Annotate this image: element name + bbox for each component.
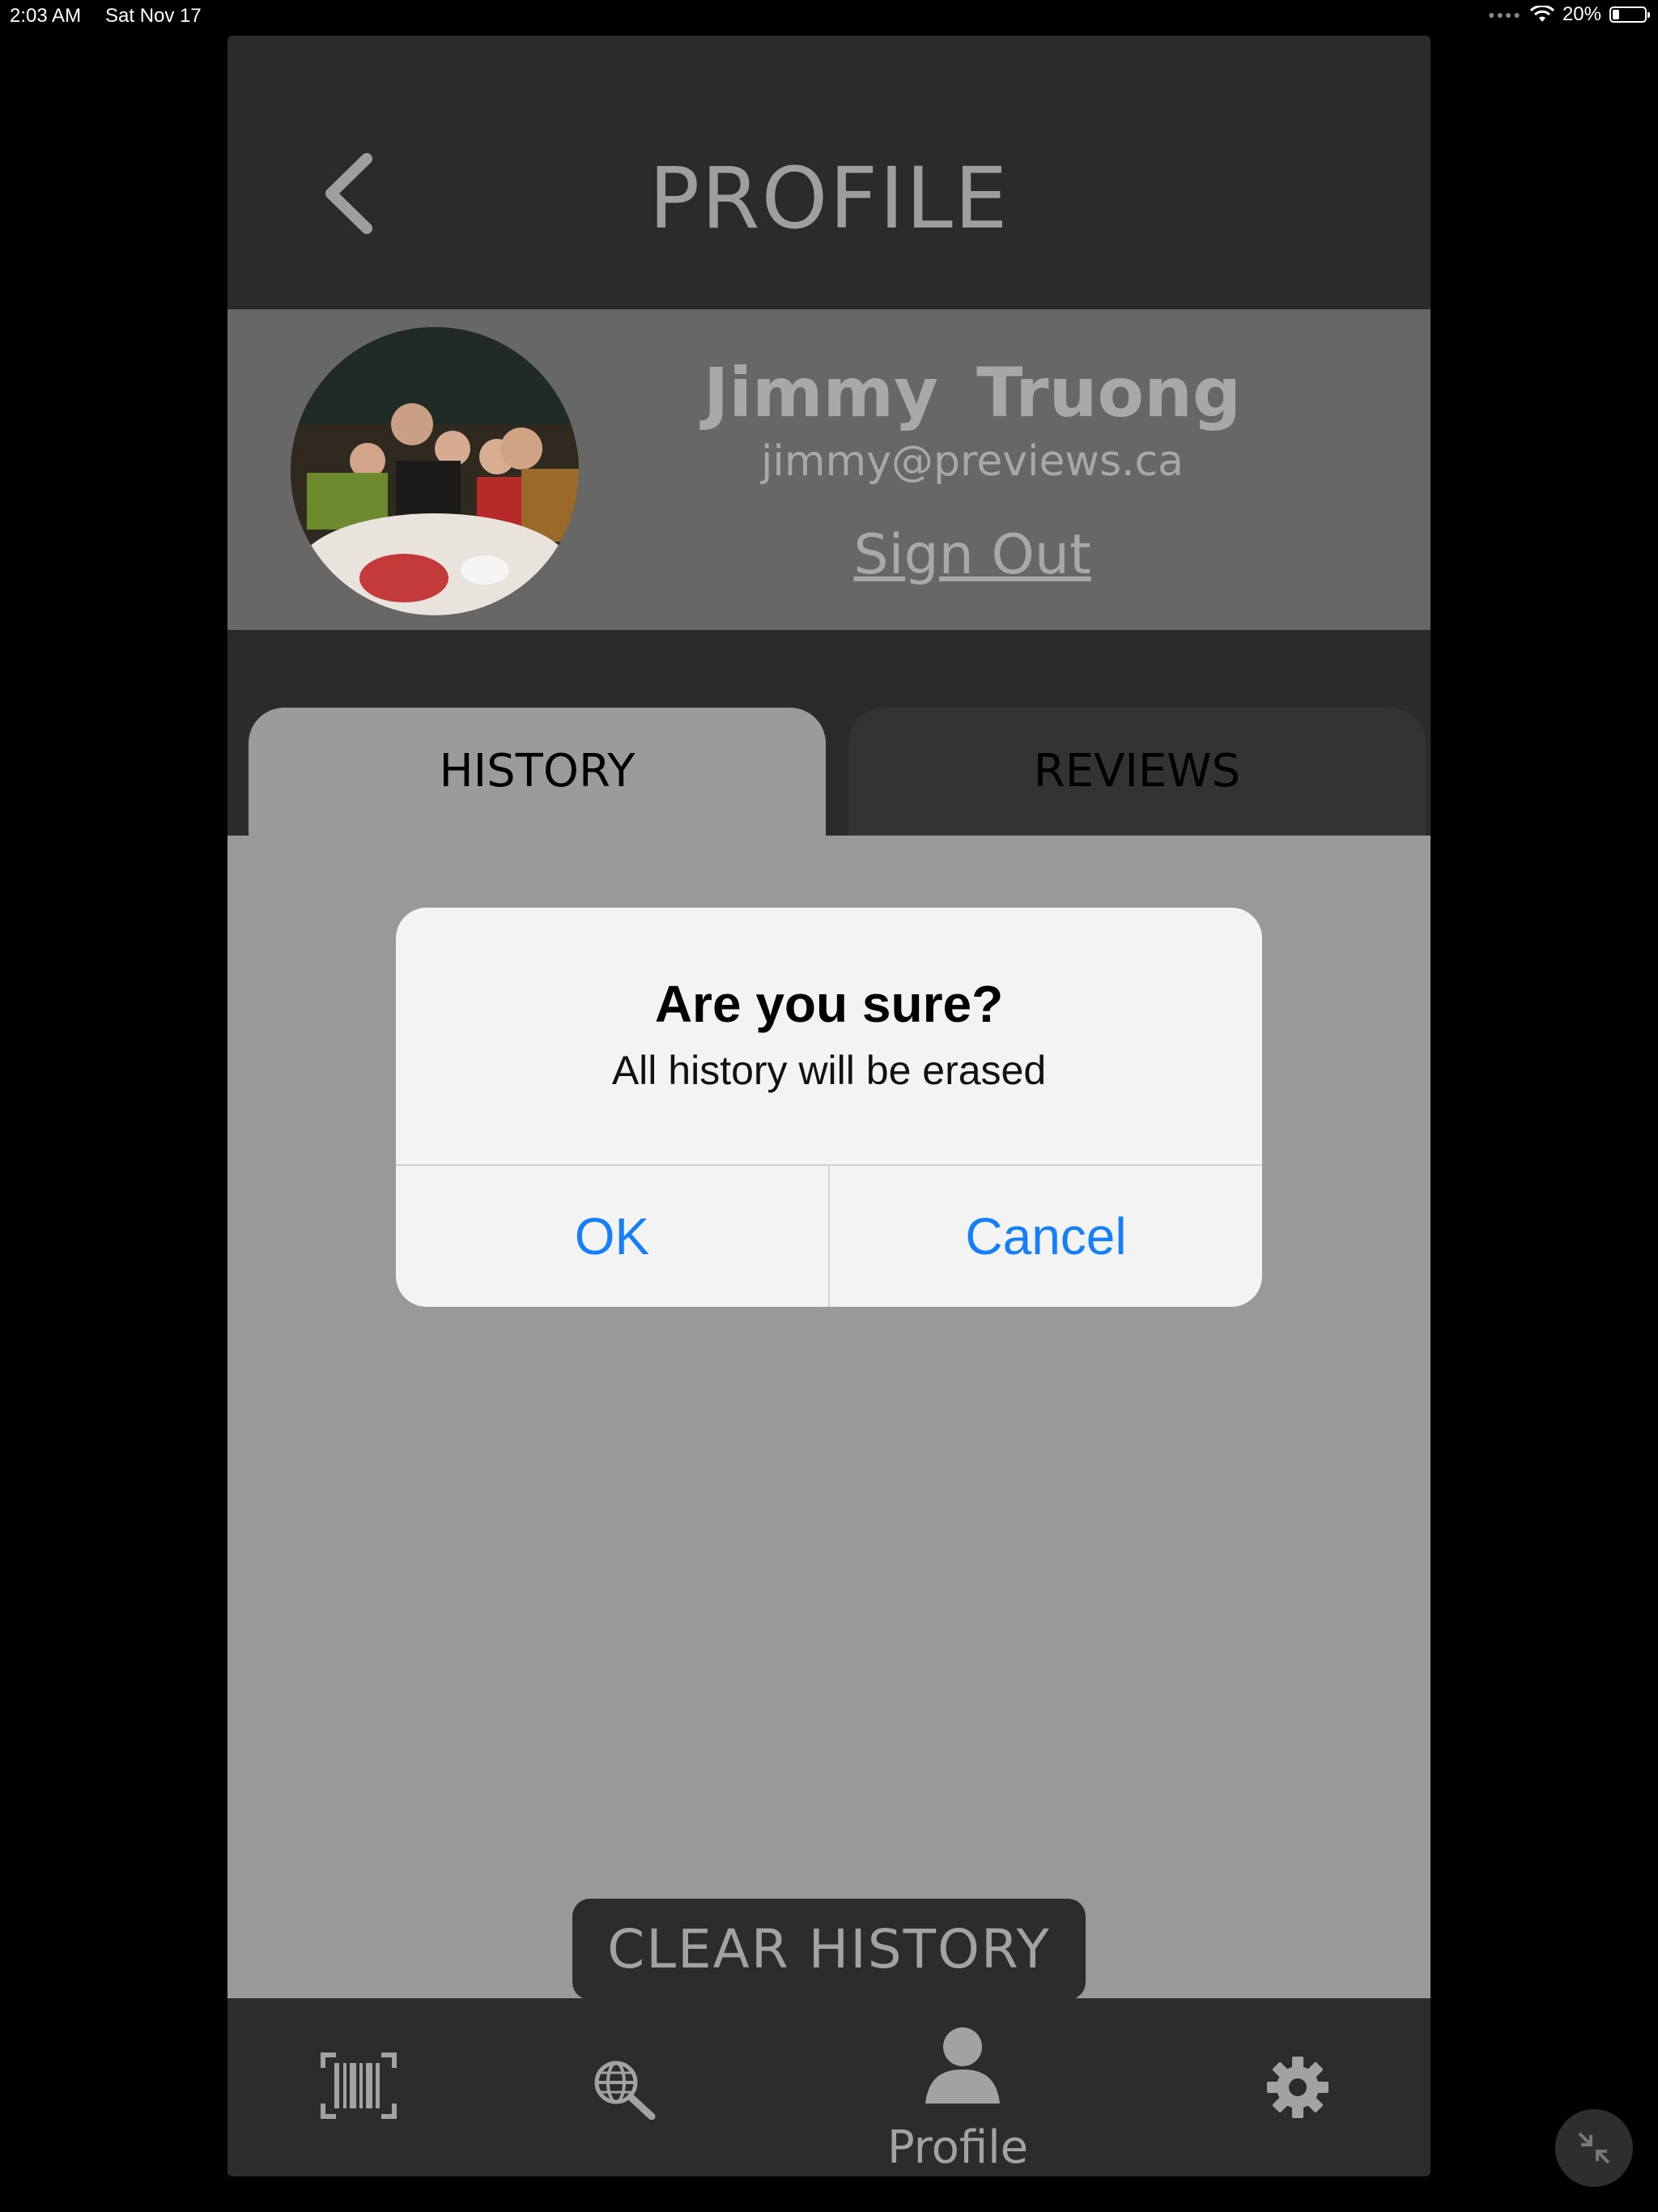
- profile-name: Jimmy Truong: [703, 353, 1242, 432]
- status-date: Sat Nov 17: [105, 5, 202, 27]
- battery-fill: [1613, 10, 1619, 19]
- status-right: ●●●● 20%: [1488, 3, 1650, 26]
- dialog-title: Are you sure?: [654, 975, 1004, 1033]
- profile-email: jimmy@previews.ca: [760, 437, 1184, 486]
- tab-history[interactable]: HISTORY: [249, 708, 826, 836]
- status-bar: 2:03 AM Sat Nov 17 ●●●● 20%: [0, 0, 1658, 32]
- dialog-message: All history will be erased: [611, 1048, 1047, 1093]
- profile-section: Jimmy Truong jimmy@previews.ca Sign Out: [227, 309, 1431, 630]
- tab-bar-profile-label: Profile: [887, 2121, 1029, 2174]
- bottom-tab-bar: Profile: [227, 1998, 1431, 2176]
- battery-percent: 20%: [1562, 3, 1601, 25]
- sign-out-link[interactable]: Sign Out: [648, 523, 1296, 587]
- battery-icon: [1609, 6, 1650, 23]
- signal-dots-icon: ●●●●: [1488, 8, 1522, 21]
- collapse-arrows-icon: [1578, 2132, 1610, 2164]
- clear-history-button[interactable]: CLEAR HISTORY: [572, 1899, 1086, 2000]
- globe-search-icon[interactable]: [592, 2058, 657, 2120]
- minimize-button[interactable]: [1555, 2109, 1633, 2187]
- wifi-icon: [1529, 6, 1554, 22]
- person-icon[interactable]: [924, 2024, 1001, 2105]
- page-title: PROFILE: [648, 149, 1010, 248]
- barcode-icon[interactable]: [320, 2052, 397, 2120]
- confirm-dialog: Are you sure? All history will be erased…: [396, 908, 1262, 1307]
- dialog-ok-button[interactable]: OK: [396, 1166, 828, 1307]
- status-time: 2:03 AM: [10, 5, 82, 27]
- avatar[interactable]: [291, 327, 579, 615]
- dialog-cancel-button[interactable]: Cancel: [830, 1166, 1262, 1307]
- gear-icon[interactable]: [1265, 2055, 1330, 2120]
- avatar-photo: [291, 327, 579, 615]
- tab-strip: HISTORY REVIEWS: [227, 675, 1431, 836]
- tab-reviews[interactable]: REVIEWS: [848, 708, 1426, 836]
